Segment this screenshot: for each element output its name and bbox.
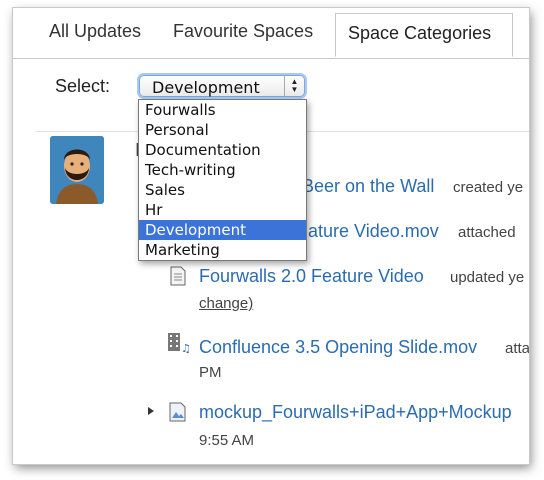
stream-item-title[interactable]: Beer on the Wall (302, 176, 434, 197)
stream-item-title[interactable]: mockup_Fourwalls+iPad+App+Mockup (199, 402, 512, 423)
select-value: Development (152, 78, 260, 97)
tab-favourite-spaces[interactable]: Favourite Spaces (173, 21, 313, 42)
dropdown-option[interactable]: Tech-writing (139, 160, 306, 180)
dropdown-option[interactable]: Hr (139, 200, 306, 220)
stream-item-action: atta (505, 340, 529, 357)
stream-item-title[interactable]: Fourwalls 2.0 Feature Video (199, 266, 424, 287)
category-select[interactable]: Development ▲ ▼ (139, 75, 305, 97)
stream-item-title[interactable]: ature Video.mov (308, 221, 439, 242)
stream-item-link[interactable]: change) (199, 295, 253, 312)
dropdown-option-selected[interactable]: Development (139, 220, 306, 240)
dropdown-option[interactable]: Documentation (139, 140, 306, 160)
stream-item-action: created ye (453, 179, 524, 196)
expand-arrow-icon[interactable] (147, 406, 155, 416)
select-arrows-icon: ▲ ▼ (284, 76, 304, 96)
dropdown-option[interactable]: Personal (139, 120, 306, 140)
avatar-icon (50, 136, 104, 204)
dropdown-option[interactable]: Marketing (139, 240, 306, 260)
svg-text:♫: ♫ (181, 342, 191, 354)
tab-all-updates[interactable]: All Updates (49, 21, 141, 42)
stream-item-action: updated ye (450, 269, 525, 286)
stream-item-action: attached (458, 224, 516, 241)
stream-item-time: 9:55 AM (199, 432, 255, 449)
image-icon (169, 402, 186, 422)
stream-item-time: PM (199, 364, 222, 381)
dropdown-option[interactable]: Sales (139, 180, 306, 200)
page-icon (170, 266, 186, 286)
user-avatar[interactable] (50, 136, 104, 204)
video-icon: ♫ (168, 333, 191, 354)
category-select-row: Select: Development ▲ ▼ (55, 75, 305, 97)
dropdown-option[interactable]: Fourwalls (139, 100, 306, 120)
category-dropdown[interactable]: Fourwalls Personal Documentation Tech-wr… (138, 99, 307, 261)
tab-bar: All Updates Favourite Spaces Space Categ… (13, 8, 529, 59)
app-frame: All Updates Favourite Spaces Space Categ… (13, 8, 529, 464)
select-label: Select: (55, 76, 111, 96)
stream-item-title[interactable]: Confluence 3.5 Opening Slide.mov (199, 337, 477, 358)
tab-space-categories[interactable]: Space Categories (335, 13, 513, 57)
